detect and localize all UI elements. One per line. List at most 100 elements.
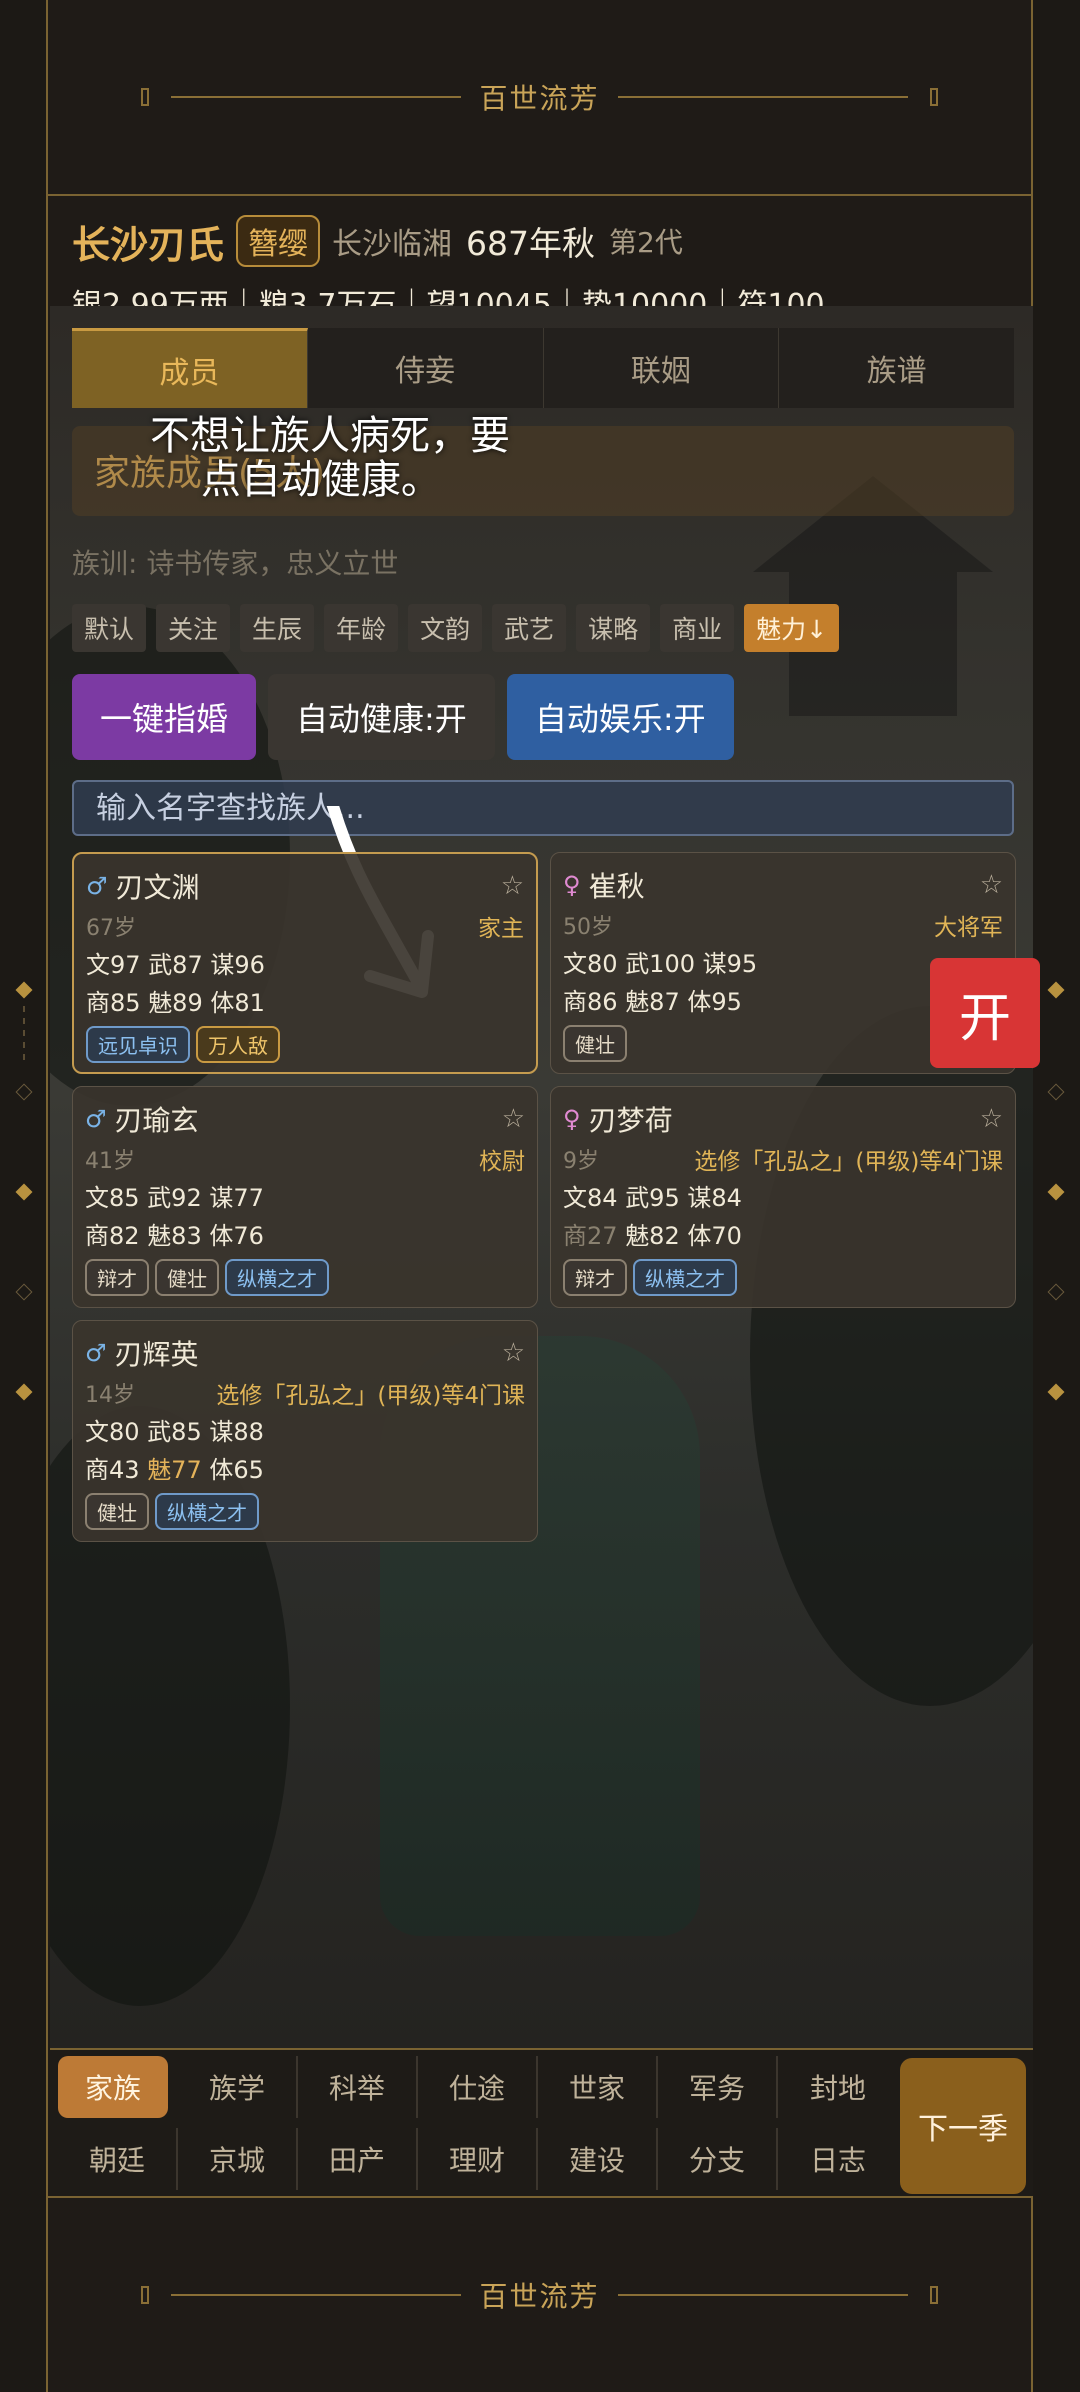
tab-members[interactable]: 成员 [72,328,308,408]
nav-build[interactable]: 建设 [538,2128,658,2190]
nav-families[interactable]: 世家 [538,2056,658,2118]
sort-age[interactable]: 年龄 [324,604,399,652]
sort-follow[interactable]: 关注 [156,604,231,652]
banner-cap-icon [141,2286,150,2304]
stat-mei: 魅82 [625,1222,680,1250]
auto-marry-button[interactable]: 一键指婚 [72,674,257,760]
bottom-nav-row: 朝廷 京城 田产 理财 建设 分支 日志 [58,2128,898,2190]
banner-line [171,96,462,98]
stat-shang: 商82 [85,1222,140,1250]
member-role: 选修「孔弘之」(甲级)等4门课 [694,1149,1003,1175]
trait-tag: 远见卓识 [86,1026,190,1063]
bottom-nav: 家族 族学 科举 仕途 世家 军务 封地 朝廷 京城 田产 理财 建设 分支 日… [50,2048,1033,2196]
stat-wu: 武92 [147,1184,202,1212]
stats-row: 商85 魅89 体81 [86,984,524,1022]
search-input[interactable] [72,780,1014,836]
banner-title: 百世流芳 [479,2280,600,2313]
member-name: 刃辉英 [114,1338,199,1371]
stats-row: 文84 武95 谋84 [563,1179,1003,1217]
hint-tooltip: 不想让族人病死，要 点自动健康。 [150,413,510,503]
nav-fief[interactable]: 封地 [778,2056,898,2118]
stats-row: 文80 武85 谋88 [85,1413,525,1451]
member-name: 刃瑜玄 [114,1104,199,1137]
nav-fields[interactable]: 田产 [298,2128,418,2190]
nav-finance[interactable]: 理财 [418,2128,538,2190]
stats-row: 商43 魅77 体65 [85,1451,525,1489]
trait-tag: 健壮 [563,1025,627,1062]
diamond-icon [15,1183,33,1201]
male-icon: ♂ [85,1105,107,1133]
nav-log[interactable]: 日志 [778,2128,898,2190]
sort-business[interactable]: 商业 [660,604,735,652]
nav-school[interactable]: 族学 [178,2056,298,2118]
auto-health-button[interactable]: 自动健康:开 [268,674,495,760]
member-name: 刃文渊 [115,871,200,904]
stat-ti: 体70 [687,1222,742,1250]
main-panel: 成员 侍妾 联姻 族谱 家族成员(5人) 不想让族人病死，要 点自动健康。 族训… [50,306,1033,2048]
sort-wenyun[interactable]: 文韵 [408,604,483,652]
nav-exam[interactable]: 科举 [298,2056,418,2118]
star-icon[interactable]: ☆ [980,870,1003,900]
stat-mou: 谋95 [702,950,758,978]
nav-branch[interactable]: 分支 [658,2128,778,2190]
banner-line [171,2294,462,2296]
star-icon[interactable]: ☆ [501,871,524,901]
banner-cap-icon [141,88,150,106]
sort-strategy[interactable]: 谋略 [576,604,651,652]
diamond-icon [1047,1283,1065,1301]
stat-mei: 魅89 [148,989,203,1017]
generation: 第2代 [609,226,683,259]
sort-birthday[interactable]: 生辰 [240,604,315,652]
rank-badge: 簪缨 [236,215,321,267]
stat-wen: 文80 [85,1418,140,1446]
trait-tag: 健壮 [155,1259,219,1296]
member-tabs: 成员 侍妾 联姻 族谱 [72,328,1014,408]
location: 长沙临湘 [332,227,453,262]
member-role: 家主 [478,916,524,942]
tab-concubines[interactable]: 侍妾 [308,328,544,408]
stat-mou: 谋88 [209,1418,264,1446]
trait-tag: 纵横之才 [633,1259,737,1296]
member-card[interactable]: ♂ 刃文渊 ☆ 67岁 家主 文97 武87 谋96 商85 魅89 体81 远… [72,852,538,1074]
nav-capital[interactable]: 京城 [178,2128,298,2190]
sort-wuyi[interactable]: 武艺 [492,604,567,652]
member-role: 选修「孔弘之」(甲级)等4门课 [216,1383,525,1409]
star-icon[interactable]: ☆ [502,1338,525,1368]
sort-bar: 默认 关注 生辰 年龄 文韵 武艺 谋略 商业 魅力↓ [72,604,840,652]
star-icon[interactable]: ☆ [980,1104,1003,1134]
sort-charm[interactable]: 魅力↓ [744,604,840,652]
star-icon[interactable]: ☆ [502,1104,525,1134]
banner-line [617,2294,908,2296]
left-ornament [14,976,34,1416]
bottom-banner: 百世流芳 [48,2196,1031,2392]
right-ornament [1046,976,1066,1416]
tab-marriage[interactable]: 联姻 [544,328,780,408]
member-card[interactable]: ♂ 刃瑜玄 ☆ 41岁 校尉 文85 武92 谋77 商82 魅83 体76 辩… [72,1086,538,1308]
stat-mei: 魅87 [625,988,680,1016]
stat-mou: 谋84 [687,1184,742,1212]
member-card[interactable]: ♀ 刃梦荷 ☆ 9岁 选修「孔弘之」(甲级)等4门课 文84 武95 谋84 商… [550,1086,1016,1308]
nav-clan[interactable]: 家族 [58,2056,168,2118]
member-age: 14岁 [85,1383,135,1408]
next-season-button[interactable]: 下一季 [900,2058,1026,2194]
diamond-icon [1047,981,1065,999]
stat-shang: 商85 [86,989,141,1017]
tab-genealogy[interactable]: 族谱 [779,328,1014,408]
top-banner: 百世流芳 [48,0,1031,196]
stat-ti: 体76 [209,1222,264,1250]
stat-wu: 武85 [147,1418,202,1446]
member-card[interactable]: ♂ 刃辉英 ☆ 14岁 选修「孔弘之」(甲级)等4门课 文80 武85 谋88 … [72,1320,538,1542]
open-button[interactable]: 开 [930,958,1040,1068]
stat-mou: 谋77 [209,1184,264,1212]
stat-wen: 文80 [563,950,618,978]
season: 687年秋 [466,224,596,263]
stat-ti: 体95 [687,988,742,1016]
trait-tag: 纵横之才 [155,1493,259,1530]
action-bar: 一键指婚 自动健康:开 自动娱乐:开 [72,674,734,760]
auto-fun-button[interactable]: 自动娱乐:开 [506,674,734,760]
nav-court[interactable]: 朝廷 [58,2128,178,2190]
sort-default[interactable]: 默认 [72,604,147,652]
game-frame: 百世流芳 长沙刃氏 簪缨 长沙临湘 687年秋 第2代 银2.99万两｜粮3.7… [46,0,1033,2392]
nav-military[interactable]: 军务 [658,2056,778,2118]
nav-career[interactable]: 仕途 [418,2056,538,2118]
